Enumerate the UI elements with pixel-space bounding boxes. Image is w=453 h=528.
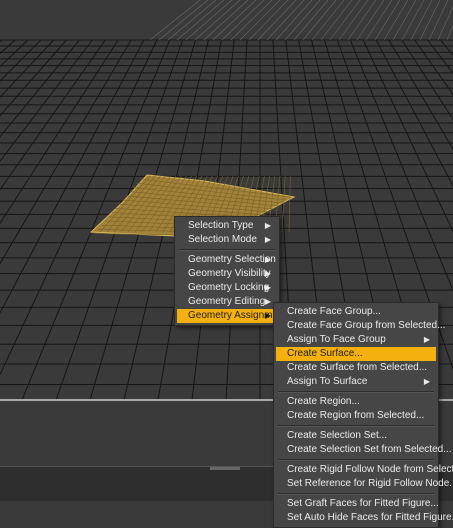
triangle-right-icon: ▶ <box>423 377 430 386</box>
menu-item-label: Create Selection Set... <box>287 430 388 441</box>
menu-item-label: Create Rigid Follow Node from Selected..… <box>287 464 453 475</box>
timeline-scrubber[interactable] <box>210 467 240 470</box>
menu-item-geometry-editing[interactable]: Geometry Editing ▶ <box>177 295 277 309</box>
grid-line <box>410 0 433 41</box>
grid-line <box>248 0 289 41</box>
menu-separator <box>278 459 434 461</box>
menu-item-label: Assign To Surface <box>287 376 368 387</box>
grid-line <box>428 0 449 41</box>
context-menu: Selection Type ▶ Selection Mode ▶ Geometry S… <box>174 216 286 326</box>
grid-line <box>302 0 337 41</box>
grid-line <box>0 39 119 225</box>
grid-line <box>0 39 106 191</box>
grid-line <box>203 0 249 41</box>
grid-line <box>311 0 345 41</box>
grid-line <box>0 39 29 68</box>
menu-separator <box>278 425 434 427</box>
grid-line <box>419 0 441 41</box>
grid-line <box>338 0 369 41</box>
menu-item-label: Create Selection Set from Selected... <box>287 444 452 455</box>
menu-item-create-rigid-follow-node-from-selected[interactable]: Create Rigid Follow Node from Selected..… <box>276 463 453 477</box>
grid-line <box>194 0 241 41</box>
menu-item-create-surface[interactable]: Create Surface... <box>276 347 436 361</box>
triangle-right-icon: ▶ <box>423 335 430 344</box>
grid-line <box>275 0 313 41</box>
grid-line <box>320 0 353 41</box>
grid-line <box>440 39 453 56</box>
menu-item-label: Geometry Locking <box>188 282 270 293</box>
menu-separator <box>179 249 275 251</box>
menu-separator <box>278 493 434 495</box>
menu-item-geometry-assignment[interactable]: Geometry Assignment ▶ <box>177 309 286 323</box>
triangle-right-icon: ▶ <box>264 221 271 230</box>
grid-line <box>347 0 377 41</box>
menu-item-create-face-group[interactable]: Create Face Group... <box>276 305 436 319</box>
menu-item-selection-type[interactable]: Selection Type ▶ <box>177 219 277 233</box>
menu-item-create-region[interactable]: Create Region... <box>276 395 436 409</box>
triangle-right-icon: ▶ <box>264 311 271 320</box>
grid-line <box>401 0 425 41</box>
menu-item-label: Create Region from Selected... <box>287 410 425 421</box>
menu-item-label: Set Auto Hide Faces for Fitted Figure... <box>287 512 453 523</box>
triangle-right-icon: ▶ <box>264 255 271 264</box>
menu-item-label: Geometry Visibility <box>188 268 271 279</box>
grid-line <box>0 39 67 117</box>
menu-item-label: Create Region... <box>287 396 360 407</box>
grid-line <box>239 0 281 41</box>
menu-item-label: Set Reference for Rigid Follow Node... <box>287 478 453 489</box>
menu-item-set-reference-for-rigid-follow-node[interactable]: Set Reference for Rigid Follow Node... <box>276 477 453 491</box>
triangle-right-icon: ▶ <box>264 297 271 306</box>
menu-item-label: Create Surface... <box>287 348 363 359</box>
menu-item-create-face-group-from-selected[interactable]: Create Face Group from Selected... <box>276 319 445 333</box>
menu-item-geometry-locking[interactable]: Geometry Locking ▶ <box>177 281 277 295</box>
menu-item-create-region-from-selected[interactable]: Create Region from Selected... <box>276 409 436 423</box>
grid-line <box>329 0 361 41</box>
grid-line <box>266 0 305 41</box>
menu-item-create-selection-set-from-selected[interactable]: Create Selection Set from Selected... <box>276 443 452 457</box>
menu-item-label: Geometry Selection <box>188 254 276 265</box>
menu-separator <box>278 391 434 393</box>
menu-item-selection-mode[interactable]: Selection Mode ▶ <box>177 233 277 247</box>
triangle-right-icon: ▶ <box>264 269 271 278</box>
selection-hatch-line <box>288 175 291 233</box>
menu-item-set-graft-faces-for-fitted-figure[interactable]: Set Graft Faces for Fitted Figure... <box>276 497 439 511</box>
menu-item-label: Assign To Face Group <box>287 334 386 345</box>
menu-item-create-surface-from-selected[interactable]: Create Surface from Selected... <box>276 361 436 375</box>
grid-line <box>293 0 329 41</box>
menu-item-label: Geometry Editing <box>188 296 266 307</box>
menu-item-assign-to-face-group[interactable]: Assign To Face Group ▶ <box>276 333 436 347</box>
grid-line <box>0 39 55 98</box>
menu-item-label: Create Face Group from Selected... <box>287 320 446 331</box>
menu-item-label: Create Surface from Selected... <box>287 362 428 373</box>
menu-item-geometry-visibility[interactable]: Geometry Visibility ▶ <box>177 267 277 281</box>
menu-item-label: Geometry Assignment <box>188 310 287 321</box>
menu-item-label: Selection Mode <box>188 234 257 245</box>
menu-item-label: Selection Type <box>188 220 254 231</box>
triangle-right-icon: ▶ <box>264 235 271 244</box>
grid-line <box>221 0 265 41</box>
menu-item-create-selection-set[interactable]: Create Selection Set... <box>276 429 436 443</box>
triangle-right-icon: ▶ <box>264 283 271 292</box>
geometry-assignment-submenu: Create Face Group... Create Face Group fr… <box>273 302 453 528</box>
grid-line <box>437 5 453 41</box>
grid-line <box>356 0 385 41</box>
menu-item-geometry-selection[interactable]: Geometry Selection ▶ <box>177 253 277 267</box>
grid-line <box>212 0 257 41</box>
menu-item-assign-to-surface[interactable]: Assign To Surface ▶ <box>276 375 436 389</box>
grid-line <box>230 0 273 41</box>
grid-line <box>446 25 453 41</box>
menu-item-label: Create Face Group... <box>287 306 381 317</box>
menu-item-set-auto-hide-faces-for-fitted-figure[interactable]: Set Auto Hide Faces for Fitted Figure... <box>276 511 453 525</box>
